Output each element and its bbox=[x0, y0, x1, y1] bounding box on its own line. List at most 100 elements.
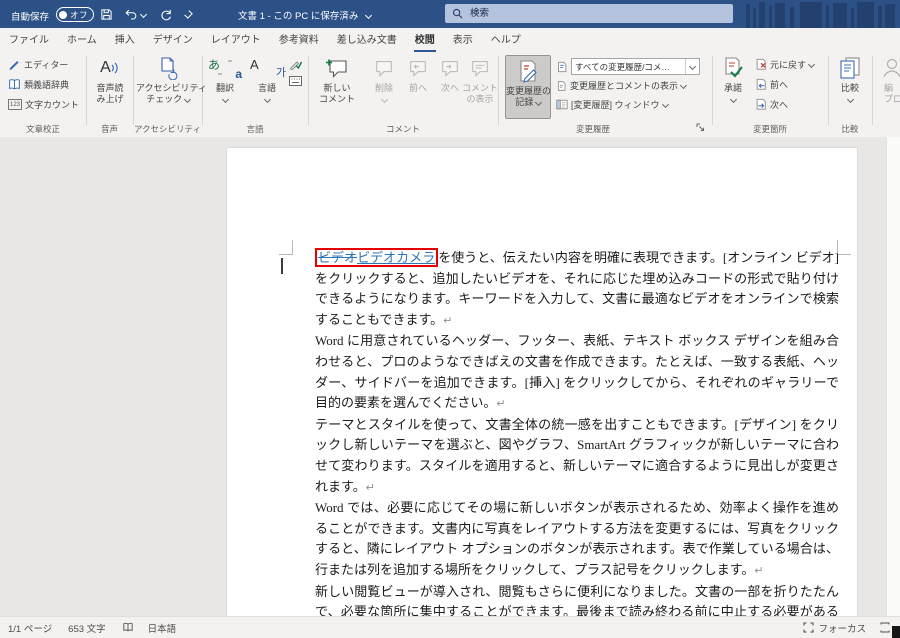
markup-combo-field[interactable]: すべての変更履歴/コメ… bbox=[571, 58, 700, 75]
compare-chevron-icon bbox=[846, 96, 853, 103]
ribbon: エディター 類義語辞典 123 文字カウント 文章校正 A 音声読 み上げ 音声… bbox=[0, 52, 900, 138]
deleted-text: ビデオ bbox=[318, 250, 357, 265]
markup-options-combobox[interactable]: すべての変更履歴/コメ… bbox=[556, 58, 700, 75]
word-count[interactable]: 653 文字 bbox=[68, 621, 106, 635]
undo-button[interactable] bbox=[124, 6, 146, 22]
reviewing-pane-button[interactable]: [変更履歴] ウィンドウ bbox=[556, 98, 668, 111]
translate-button[interactable]: あ a 翻訳 bbox=[206, 55, 244, 105]
word-count-label: 文字カウント bbox=[25, 98, 79, 111]
accept-change-button[interactable]: 承諾 bbox=[716, 55, 750, 105]
crop-mark-top-left-h bbox=[279, 254, 293, 255]
page-count[interactable]: 1/1 ページ bbox=[8, 621, 52, 635]
tab-review[interactable]: 校閲 bbox=[406, 31, 444, 52]
paragraph-mark: ↵ bbox=[496, 398, 505, 410]
read-mode-button-partial[interactable] bbox=[880, 622, 890, 633]
translate-glyph-a: あ bbox=[208, 56, 220, 73]
language-button[interactable]: A 가 言語 bbox=[248, 55, 286, 105]
screen-corner-artifact bbox=[892, 626, 900, 638]
read-aloud-label-2: み上げ bbox=[89, 94, 131, 105]
next-change-button[interactable]: 次へ bbox=[755, 98, 788, 111]
paragraph-2-text: Word に用意されているヘッダー、フッター、表紙、テキスト ボックス デザイン… bbox=[315, 333, 839, 410]
proofing-status-button[interactable] bbox=[122, 622, 134, 633]
read-mode-icon bbox=[880, 622, 890, 633]
word-registration-button[interactable] bbox=[289, 58, 302, 70]
tracking-dialog-launcher[interactable] bbox=[696, 123, 705, 134]
track-changes-chevron-icon bbox=[535, 99, 542, 106]
redo-button[interactable] bbox=[159, 6, 172, 22]
paragraph-2: Word に用意されているヘッダー、フッター、表紙、テキスト ボックス デザイン… bbox=[315, 331, 839, 414]
previous-change-button[interactable]: 前へ bbox=[755, 78, 788, 91]
tracked-change-annotation-box: ビデオビデオカメラ bbox=[315, 248, 438, 267]
toggle-knob-icon bbox=[59, 11, 67, 19]
language-status[interactable]: 日本語 bbox=[148, 621, 177, 635]
translate-label: 翻訳 bbox=[206, 83, 244, 94]
accept-change-icon bbox=[716, 55, 750, 81]
show-markup-button[interactable]: 変更履歴とコメントの表示 bbox=[556, 79, 686, 92]
paragraph-5-text: 新しい閲覧ビューが導入され、閲覧もさらに便利になりました。文書の一部を折りたたん… bbox=[315, 584, 839, 618]
tab-view[interactable]: 表示 bbox=[444, 31, 482, 52]
language-chevron-icon bbox=[263, 96, 270, 103]
tab-help[interactable]: ヘルプ bbox=[482, 31, 530, 52]
word-count-button[interactable]: 123 文字カウント bbox=[8, 98, 79, 111]
undo-dropdown-chevron-icon bbox=[140, 10, 147, 17]
count-icon: 123 bbox=[8, 99, 22, 110]
new-comment-label-2: コメント bbox=[314, 94, 360, 105]
editor-label: エディター bbox=[24, 58, 68, 71]
tab-home[interactable]: ホーム bbox=[58, 31, 106, 52]
tab-insert[interactable]: 挿入 bbox=[106, 31, 144, 52]
translate-glyph-b: a bbox=[235, 67, 242, 81]
show-comments-label-1: コメント bbox=[462, 83, 498, 94]
search-input[interactable] bbox=[468, 7, 712, 20]
ime-keyboard-button[interactable] bbox=[289, 76, 302, 86]
group-label-changes: 変更箇所 bbox=[712, 123, 828, 135]
ribbon-tab-row: ファイル ホーム 挿入 デザイン レイアウト 参考資料 差し込み文書 校閲 表示… bbox=[0, 28, 900, 52]
markup-combo-dropdown[interactable] bbox=[685, 59, 699, 74]
search-box[interactable] bbox=[445, 4, 733, 23]
tab-references[interactable]: 参考資料 bbox=[270, 31, 328, 52]
sound-waves-icon bbox=[111, 60, 120, 76]
show-markup-icon bbox=[556, 80, 567, 92]
tab-file[interactable]: ファイル bbox=[0, 31, 58, 52]
title-bar: 自動保存 オフ 文書 1 - この PC に保存済み bbox=[0, 0, 900, 28]
thesaurus-label: 類義語辞典 bbox=[24, 78, 69, 91]
delete-comment-icon bbox=[366, 55, 402, 81]
autosave-toggle[interactable]: オフ bbox=[56, 7, 94, 22]
accessibility-check-button[interactable]: アクセシビリティ チェック bbox=[136, 55, 200, 105]
track-changes-button[interactable]: 変更履歴の 記録 bbox=[505, 55, 551, 119]
accept-change-label: 承諾 bbox=[716, 83, 750, 94]
read-aloud-button[interactable]: A 音声読 み上げ bbox=[89, 55, 131, 105]
proofing-book-icon bbox=[122, 622, 134, 633]
redo-icon bbox=[159, 8, 172, 21]
compare-button[interactable]: 比較 bbox=[832, 55, 868, 105]
document-page[interactable]: ビデオビデオカメラを使うと、伝えたい内容を明確に表現できます。[オンライン ビデ… bbox=[227, 148, 857, 617]
customize-chevron-icon bbox=[184, 10, 192, 18]
compare-label: 比較 bbox=[832, 83, 868, 94]
reviewing-pane-label: [変更履歴] ウィンドウ bbox=[571, 98, 660, 111]
document-title[interactable]: 文書 1 - この PC に保存済み bbox=[238, 8, 371, 22]
reject-change-button[interactable]: 元に戻す bbox=[755, 58, 814, 71]
new-comment-button[interactable]: 新しい コメント bbox=[314, 55, 360, 105]
group-label-tracking: 変更履歴 bbox=[498, 123, 688, 135]
new-comment-label-1: 新しい bbox=[314, 83, 360, 94]
next-change-label: 次へ bbox=[770, 98, 788, 111]
reject-change-label: 元に戻す bbox=[770, 58, 806, 71]
tab-mailings[interactable]: 差し込み文書 bbox=[328, 31, 406, 52]
editor-button[interactable]: エディター bbox=[8, 58, 68, 71]
autosave-state: オフ bbox=[70, 9, 88, 21]
vertical-scrollbar[interactable] bbox=[886, 137, 900, 617]
track-changes-label-1: 変更履歴の bbox=[506, 86, 550, 97]
group-label-comments: コメント bbox=[308, 123, 498, 135]
tracked-change-bar bbox=[281, 258, 283, 274]
quick-access-customize-button[interactable] bbox=[186, 6, 191, 22]
thesaurus-button[interactable]: 類義語辞典 bbox=[8, 78, 69, 91]
tab-design[interactable]: デザイン bbox=[144, 31, 202, 52]
previous-comment-label: 前へ bbox=[402, 83, 434, 94]
tab-layout[interactable]: レイアウト bbox=[202, 31, 270, 52]
save-button[interactable] bbox=[100, 6, 113, 22]
document-text[interactable]: ビデオビデオカメラを使うと、伝えたい内容を明確に表現できます。[オンライン ビデ… bbox=[315, 248, 839, 617]
keyboard-icon bbox=[289, 76, 302, 86]
language-icon: A 가 bbox=[248, 55, 286, 81]
paragraph-3: テーマとスタイルを使って、文書全体の統一感を出すこともできます。[デザイン] を… bbox=[315, 415, 839, 498]
new-comment-icon bbox=[314, 55, 360, 81]
focus-mode-button[interactable]: フォーカス bbox=[803, 621, 866, 635]
